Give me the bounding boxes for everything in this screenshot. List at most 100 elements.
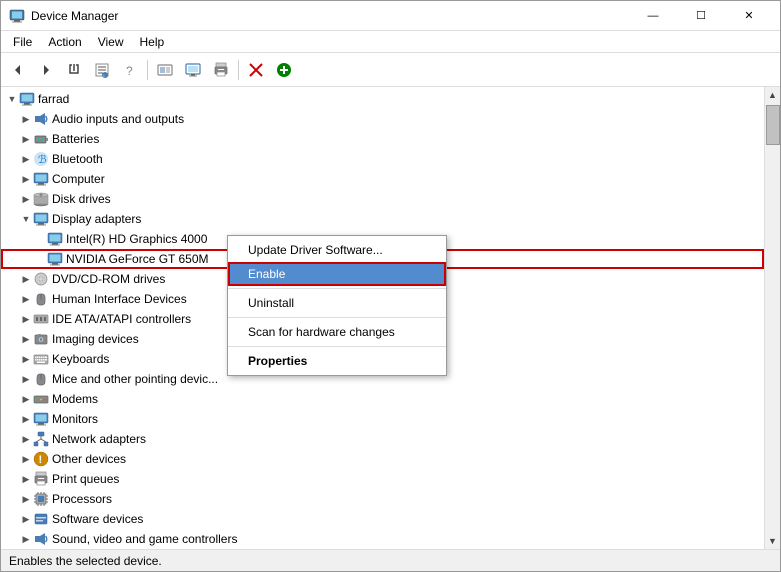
svg-text:!: !	[39, 454, 43, 466]
toolbar-add[interactable]	[271, 57, 297, 83]
icon-imaging	[33, 331, 49, 347]
ctx-uninstall[interactable]: Uninstall	[228, 291, 446, 315]
ctx-sep-2	[228, 317, 446, 318]
expand-modems[interactable]: ▶	[19, 392, 33, 406]
monitor-icon	[185, 62, 201, 78]
properties-icon: i	[94, 62, 110, 78]
tree-item-modems[interactable]: ▶ Modems	[1, 389, 764, 409]
tree-item-sound[interactable]: ▶ Sound, video and game controllers	[1, 529, 764, 549]
ctx-update-driver[interactable]: Update Driver Software...	[228, 238, 446, 262]
toolbar-separator-2	[238, 60, 239, 80]
label-audio: Audio inputs and outputs	[52, 112, 184, 126]
toolbar-help[interactable]: ?	[117, 57, 143, 83]
scroll-thumb[interactable]	[766, 105, 780, 145]
tree-item-print[interactable]: ▶ Print queues	[1, 469, 764, 489]
toolbar-back[interactable]	[5, 57, 31, 83]
expand-monitors[interactable]: ▶	[19, 412, 33, 426]
expand-ide[interactable]: ▶	[19, 312, 33, 326]
expand-other[interactable]: ▶	[19, 452, 33, 466]
forward-icon	[39, 63, 53, 77]
label-sound: Sound, video and game controllers	[52, 532, 237, 546]
toolbar: i ?	[1, 53, 780, 87]
icon-audio	[33, 111, 49, 127]
scroll-down[interactable]: ▼	[765, 533, 781, 549]
label-hid: Human Interface Devices	[52, 292, 187, 306]
ctx-enable[interactable]: Enable	[228, 262, 446, 286]
toolbar-properties[interactable]: i	[89, 57, 115, 83]
expand-processors[interactable]: ▶	[19, 492, 33, 506]
expand-computer[interactable]: ▶	[19, 172, 33, 186]
expand-bluetooth[interactable]: ▶	[19, 152, 33, 166]
tree-item-root[interactable]: ▼ farrad	[1, 89, 764, 109]
tree-item-processors[interactable]: ▶	[1, 489, 764, 509]
icon-network	[33, 431, 49, 447]
icon-monitors	[33, 411, 49, 427]
expand-display[interactable]: ▼	[19, 212, 33, 226]
toolbar-show-hidden[interactable]	[152, 57, 178, 83]
scroll-up[interactable]: ▲	[765, 87, 781, 103]
icon-other: !	[33, 451, 49, 467]
icon-bluetooth: ℬ	[33, 151, 49, 167]
title-bar-left: Device Manager	[9, 8, 118, 24]
expand-batteries[interactable]: ▶	[19, 132, 33, 146]
tree-item-audio[interactable]: ▶ Audio inputs and outputs	[1, 109, 764, 129]
tree-item-other[interactable]: ▶ ! Other devices	[1, 449, 764, 469]
expand-disk[interactable]: ▶	[19, 192, 33, 206]
tree-item-computer[interactable]: ▶ Computer	[1, 169, 764, 189]
expand-software[interactable]: ▶	[19, 512, 33, 526]
tree-item-display[interactable]: ▼ Display adapters	[1, 209, 764, 229]
status-bar: Enables the selected device.	[1, 549, 780, 571]
toolbar-up[interactable]	[61, 57, 87, 83]
printer-icon	[213, 62, 229, 78]
expand-root[interactable]: ▼	[5, 92, 19, 106]
main-area: ▼ farrad ▶	[1, 87, 780, 549]
tree-item-disk[interactable]: ▶ Disk drives	[1, 189, 764, 209]
menu-view[interactable]: View	[90, 33, 132, 51]
icon-dvd	[33, 271, 49, 287]
ctx-properties[interactable]: Properties	[228, 349, 446, 373]
ctx-scan[interactable]: Scan for hardware changes	[228, 320, 446, 344]
expand-audio[interactable]: ▶	[19, 112, 33, 126]
expand-sound[interactable]: ▶	[19, 532, 33, 546]
expand-mice[interactable]: ▶	[19, 372, 33, 386]
tree-item-software[interactable]: ▶ Software devices	[1, 509, 764, 529]
tree-item-batteries[interactable]: ▶ Batteries	[1, 129, 764, 149]
label-batteries: Batteries	[52, 132, 99, 146]
icon-hid	[33, 291, 49, 307]
toolbar-forward[interactable]	[33, 57, 59, 83]
label-network: Network adapters	[52, 432, 146, 446]
icon-sound	[33, 531, 49, 547]
maximize-button[interactable]: ☐	[678, 1, 724, 31]
back-icon	[11, 63, 25, 77]
label-monitors: Monitors	[52, 412, 98, 426]
tree-item-monitors[interactable]: ▶ Monitors	[1, 409, 764, 429]
expand-imaging[interactable]: ▶	[19, 332, 33, 346]
menu-action[interactable]: Action	[40, 33, 89, 51]
toolbar-monitor[interactable]	[180, 57, 206, 83]
label-processors: Processors	[52, 492, 112, 506]
label-ide: IDE ATA/ATAPI controllers	[52, 312, 191, 326]
tree-item-network[interactable]: ▶ Network adapters	[1, 429, 764, 449]
tree-item-bluetooth[interactable]: ▶ ℬ Bluetooth	[1, 149, 764, 169]
expand-print[interactable]: ▶	[19, 472, 33, 486]
expand-network[interactable]: ▶	[19, 432, 33, 446]
svg-text:ℬ: ℬ	[38, 154, 47, 166]
close-button[interactable]: ✕	[726, 1, 772, 31]
toolbar-separator-1	[147, 60, 148, 80]
expand-dvd[interactable]: ▶	[19, 272, 33, 286]
label-bluetooth: Bluetooth	[52, 152, 103, 166]
up-icon	[67, 63, 81, 77]
toolbar-remove[interactable]	[243, 57, 269, 83]
toolbar-printer[interactable]	[208, 57, 234, 83]
minimize-button[interactable]: —	[630, 1, 676, 31]
menu-help[interactable]: Help	[132, 33, 173, 51]
label-nvidia: NVIDIA GeForce GT 650M	[66, 252, 209, 266]
ctx-sep-3	[228, 346, 446, 347]
label-computer: Computer	[52, 172, 105, 186]
expand-keyboards[interactable]: ▶	[19, 352, 33, 366]
expand-hid[interactable]: ▶	[19, 292, 33, 306]
menu-file[interactable]: File	[5, 33, 40, 51]
app-icon	[9, 8, 25, 24]
scrollbar[interactable]: ▲ ▼	[764, 87, 780, 549]
icon-modems	[33, 391, 49, 407]
